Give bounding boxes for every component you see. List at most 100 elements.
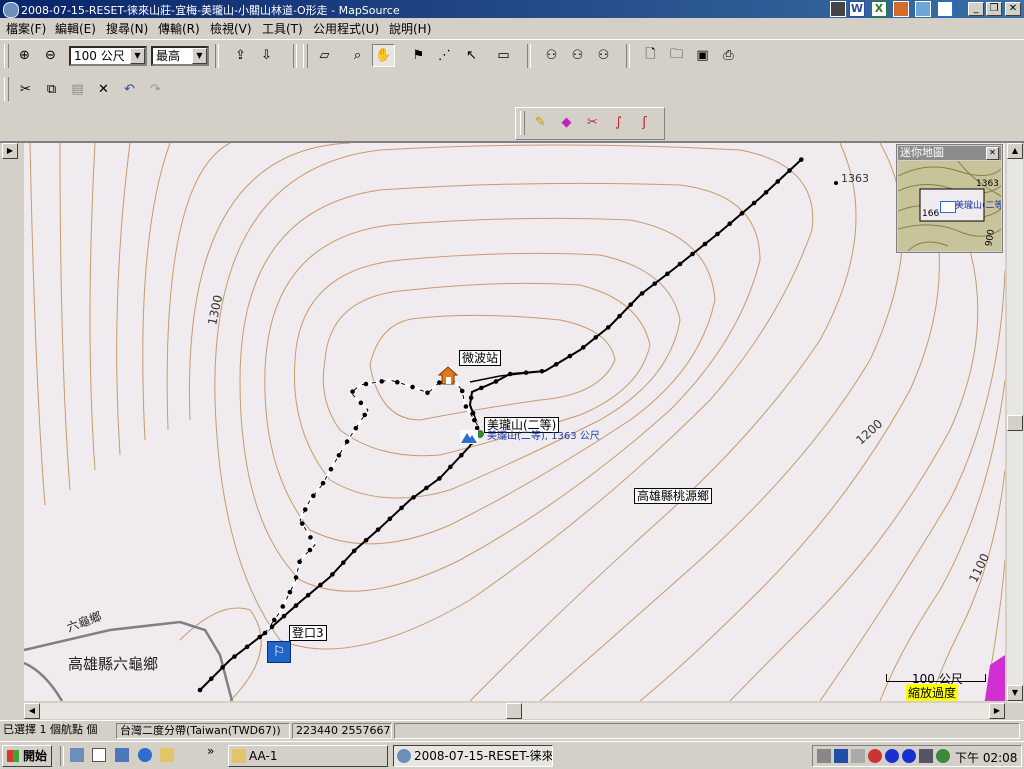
map-canvas[interactable]: 1300 1200 1100 1363 微波站 美瓏山(二等) 美瓏山(二等),… [24, 143, 1005, 701]
toolbar-grip[interactable] [4, 77, 9, 101]
toolbar-grip[interactable] [303, 44, 308, 68]
tray-network-icon[interactable] [817, 749, 831, 763]
taskbar-button-mapsource[interactable]: 2008-07-15-RESET-徕來... [393, 745, 553, 767]
find-places-icon[interactable]: ⚇ [566, 44, 589, 67]
taskbar-button-aa1[interactable]: AA-1 [228, 745, 388, 767]
hand-tool-icon[interactable]: ✋ [372, 44, 395, 67]
menu-view[interactable]: 檢視(V) [210, 20, 252, 37]
selection-arrow-icon[interactable]: ↖ [460, 44, 483, 67]
track-point [580, 345, 586, 350]
zoom-in-icon[interactable]: ⊕ [13, 44, 36, 67]
summit-peak-icon[interactable] [460, 430, 478, 444]
quicklaunch-chevron-icon[interactable]: » [207, 744, 214, 758]
select-map-icon[interactable]: ▱ [313, 44, 336, 67]
app-globe-icon[interactable] [3, 2, 19, 18]
track-divide-icon[interactable]: ✂ [581, 111, 604, 134]
detail-select[interactable]: 最高 ▼ [151, 46, 209, 66]
scale-select[interactable]: 100 公尺 ▼ [69, 46, 147, 66]
undo-icon[interactable]: ↶ [118, 78, 141, 101]
open-folder-icon[interactable]: 🗀 [665, 44, 688, 67]
pencil-draw-icon[interactable]: ✎ [529, 111, 552, 134]
horizontal-scroll-thumb[interactable] [506, 703, 522, 719]
menu-edit[interactable]: 編輯(E) [55, 20, 96, 37]
menu-transfer[interactable]: 傳輸(R) [158, 20, 200, 37]
menu-find[interactable]: 搜尋(N) [106, 20, 148, 37]
relay-station-label[interactable]: 微波站 [459, 350, 502, 366]
save-disk-icon[interactable]: ▣ [691, 44, 714, 67]
tray-app-icon[interactable] [851, 749, 865, 763]
scroll-left-arrow-icon[interactable]: ◀ [24, 703, 40, 719]
print-icon[interactable]: ⎙ [717, 44, 740, 67]
cut-icon[interactable]: ✂ [14, 78, 37, 101]
word-icon[interactable]: W [849, 1, 865, 17]
trailhead-hiker-icon[interactable]: ⚐ [267, 641, 291, 663]
paste-icon[interactable]: ▤ [66, 78, 89, 101]
tray-circle-icon-2[interactable] [902, 749, 916, 763]
zoom-tool-icon[interactable]: ⌕ [346, 44, 369, 67]
mini-map-close-icon[interactable]: ✕ [986, 147, 999, 160]
quicklaunch-search-icon[interactable] [160, 748, 174, 762]
tray-clock[interactable]: 下午 02:08 [955, 749, 1017, 766]
toolbar-row-3: ✎ ◆ ✂ ∫ ʃ [515, 107, 665, 140]
waypoint-flag-icon[interactable]: ⚑ [407, 44, 430, 67]
delete-icon[interactable]: ✕ [92, 78, 115, 101]
menu-file[interactable]: 檔案(F) [6, 20, 46, 37]
trayapp-icon-1[interactable] [830, 1, 846, 17]
new-file-icon[interactable]: 🗋 [639, 44, 662, 67]
track-reverse-icon[interactable]: ʃ [633, 111, 656, 134]
tray-antivirus-icon[interactable] [868, 749, 882, 763]
trailhead-label[interactable]: 登口3 [289, 625, 327, 641]
restore-button[interactable]: ❐ [986, 2, 1002, 16]
track-join-icon[interactable]: ∫ [607, 111, 630, 134]
chevron-down-icon[interactable]: ▼ [192, 48, 207, 64]
horizontal-scrollbar[interactable]: ◀ ▶ [24, 703, 1005, 719]
track-point [379, 379, 385, 384]
track-point [281, 613, 287, 619]
search-files-icon[interactable] [915, 1, 931, 17]
menu-help[interactable]: 說明(H) [389, 20, 431, 37]
close-button[interactable]: ✕ [1005, 2, 1021, 16]
quicklaunch-notepad-icon[interactable] [92, 748, 106, 762]
track-point [302, 507, 308, 512]
receive-from-device-icon[interactable]: ⇪ [229, 44, 252, 67]
scroll-left-arrow-icon[interactable]: ▶ [2, 143, 18, 159]
tray-globe-icon[interactable] [936, 749, 950, 763]
vertical-scrollbar[interactable]: ▲ ▼ [1007, 143, 1023, 703]
ie-icon[interactable] [937, 1, 953, 17]
zoom-out-icon[interactable]: ⊖ [39, 44, 62, 67]
house-waypoint-icon[interactable] [437, 365, 459, 385]
route-tool-icon[interactable]: ⋰ [433, 44, 456, 67]
find-binoculars-icon[interactable]: ⚇ [540, 44, 563, 67]
minimize-button[interactable]: _ [968, 2, 984, 16]
send-to-device-icon[interactable]: ⇩ [255, 44, 278, 67]
menu-tools[interactable]: 工具(T) [262, 20, 303, 37]
toolbar-grip[interactable] [520, 111, 525, 135]
vertical-scroll-thumb[interactable] [1007, 415, 1023, 431]
redo-icon[interactable]: ↷ [144, 78, 167, 101]
powerpoint-icon[interactable] [893, 1, 909, 17]
track-point [775, 179, 781, 184]
toolbar-row-1: ⊕ ⊖ 100 公尺 ▼ 最高 ▼ ⇪ ⇩ ▱ ⌕ ✋ ⚑ ⋰ ↖ ▭ ⚇ ⚇ … [0, 39, 1024, 74]
mini-map-view[interactable]: 1363 166 美瓏山(二等 900 [898, 161, 1001, 251]
eraser-icon[interactable]: ◆ [555, 111, 578, 134]
menu-utilities[interactable]: 公用程式(U) [313, 20, 379, 37]
tray-ime-icon[interactable] [834, 749, 848, 763]
start-button[interactable]: 開始 [2, 745, 52, 767]
tray-monitor-icon[interactable] [919, 749, 933, 763]
find-recent-icon[interactable]: ⚇ [592, 44, 615, 67]
scroll-down-arrow-icon[interactable]: ▼ [1007, 685, 1023, 701]
gps-track-spur [469, 370, 546, 383]
scroll-right-arrow-icon[interactable]: ▶ [989, 703, 1005, 719]
quicklaunch-ie-icon[interactable] [138, 748, 152, 762]
scroll-up-arrow-icon[interactable]: ▲ [1007, 143, 1023, 159]
tray-circle-icon[interactable] [885, 749, 899, 763]
mini-map-panel[interactable]: 迷你地圖 ✕ 1363 166 美瓏山(二等 900 [896, 144, 1003, 253]
measure-ruler-icon[interactable]: ▭ [492, 44, 515, 67]
copy-icon[interactable]: ⧉ [40, 78, 63, 101]
toolbar-grip[interactable] [4, 44, 9, 68]
taskbar-separator [60, 746, 64, 766]
chevron-down-icon[interactable]: ▼ [130, 48, 145, 64]
excel-icon[interactable]: X [871, 1, 887, 17]
quicklaunch-app-icon[interactable] [115, 748, 129, 762]
quicklaunch-desktop-icon[interactable] [70, 748, 84, 762]
